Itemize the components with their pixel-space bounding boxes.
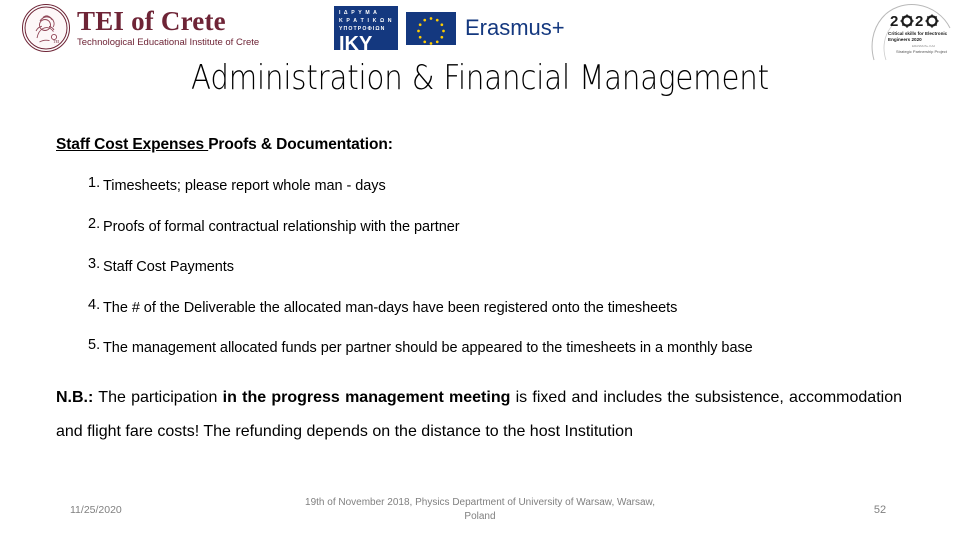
header-logo-band: TEI TEI of Crete Technological Education… [0,0,960,62]
iky-acronym: IKY [339,33,373,56]
list-item: 4. The # of the Deliverable the allocate… [56,294,916,323]
list-item: 5. The management allocated funds per pa… [56,334,916,363]
tei-logo-name: TEI of Crete [77,6,226,37]
numbered-list: 1. Timesheets; please report whole man -… [56,172,916,375]
list-item-number: 4. [88,296,101,313]
nb-emphasis: in the progress management meeting [222,389,511,406]
svg-text:Critical skills for Electronic: Critical skills for Electronic [888,31,948,36]
list-item-text: Timesheets; please report whole man - da… [103,178,386,194]
svg-text:TEI: TEI [53,39,60,44]
logo-tei-of-crete: TEI TEI of Crete Technological Education… [22,4,259,52]
svg-text:2: 2 [890,13,898,30]
list-item-text: Staff Cost Payments [103,259,234,275]
slide-title: Administration & Financial Management [191,58,769,98]
svg-text:Engineers 2020: Engineers 2020 [888,37,922,42]
gear-head-profile-icon: 2 2 Critical skills for Electronic Engin… [871,4,951,61]
slide-footer: 11/25/2020 19th of November 2018, Physic… [0,494,960,532]
tei-logo-subtitle: Technological Educational Institute of C… [77,37,260,49]
footer-date: 11/25/2020 [70,504,122,516]
iky-line-2: Κ Ρ Α Τ Ι Κ Ω Ν [339,18,393,25]
iky-line-1: Ι Δ Ρ Υ Μ Α [339,10,378,16]
iky-line-3: ΥΠΟΤΡΟΦΙΩΝ [339,26,386,33]
erasmus-plus-label: Erasmus+ [465,15,565,40]
logo-iky-erasmus: Ι Δ Ρ Υ Μ Α Κ Ρ Α Τ Ι Κ Ω Ν ΥΠΟΤΡΟΦΙΩΝ I… [334,6,565,54]
european-union-flag-icon [406,11,456,45]
list-item-number: 2. [88,215,101,232]
nota-bene-paragraph: N.B.: The participation in the progress … [56,381,902,449]
list-item: 2. Proofs of formal contractual relation… [56,213,916,242]
section-heading: Staff Cost Expenses Proofs & Documentati… [56,136,393,154]
list-item-number: 1. [88,175,101,191]
svg-text:ERASMUS+ KA2: ERASMUS+ KA2 [912,44,935,48]
footer-page-number: 52 [873,504,887,516]
section-heading-rest: Proofs & Documentation: [208,136,393,153]
list-item-number: 5. [88,337,101,353]
svg-text:Strategic Partnership Project: Strategic Partnership Project [896,49,948,54]
list-item-text: The management allocated funds per partn… [103,340,753,356]
list-item: 3. Staff Cost Payments [56,253,916,282]
list-item: 1. Timesheets; please report whole man -… [56,172,916,201]
footer-event: 19th of November 2018, Physics Departmen… [305,497,655,522]
list-item-number: 3. [88,256,101,272]
list-item-text: Proofs of formal contractual relationshi… [103,218,460,235]
section-heading-underlined: Staff Cost Expenses [56,136,209,153]
list-item-text: The # of the Deliverable the allocated m… [103,299,678,316]
logo-iky: Ι Δ Ρ Υ Μ Α Κ Ρ Α Τ Ι Κ Ω Ν ΥΠΟΤΡΟΦΙΩΝ I… [334,6,398,54]
crete-coin-emblem-icon: TEI [22,4,70,52]
svg-text:2: 2 [915,13,923,30]
nb-part-1: The participation [93,389,223,406]
logo-project-2020: 2 2 Critical skills for Electronic Engin… [866,2,956,62]
nb-label: N.B.: [56,389,94,406]
